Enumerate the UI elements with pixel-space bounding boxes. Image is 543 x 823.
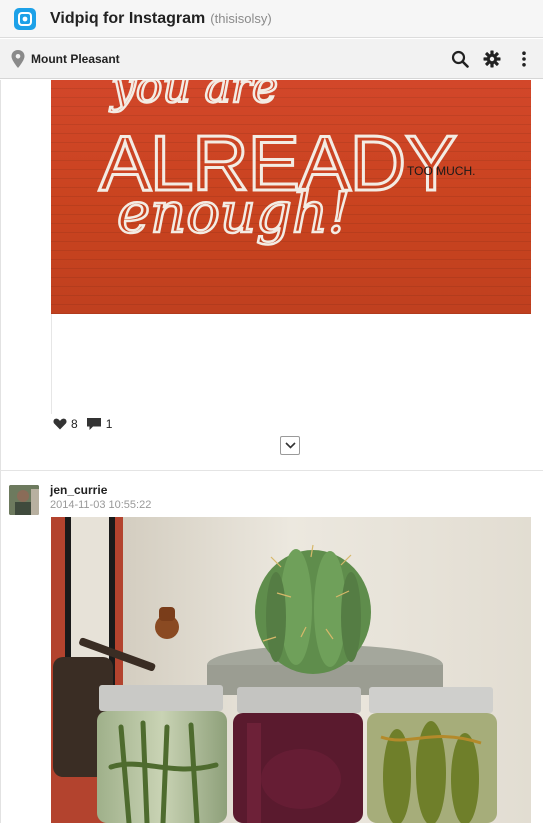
post-divider (0, 470, 543, 471)
toolbar (449, 48, 535, 70)
comments-count: 1 (105, 417, 113, 431)
post-photo[interactable]: you are ALREADY enough! TOO MUCH. (51, 80, 531, 314)
brick-wall-mural: you are ALREADY enough! TOO MUCH. (98, 80, 476, 247)
more-vertical-icon (522, 51, 526, 67)
post-username[interactable]: jen_currie (50, 483, 107, 497)
post-stats: 8 1 (53, 417, 120, 431)
app-title: Vidpiq for Instagram (50, 9, 206, 27)
feed-left-border (0, 80, 1, 823)
feed[interactable]: you are ALREADY enough! TOO MUCH. 8 1 je… (0, 80, 543, 823)
comment-icon[interactable] (86, 417, 102, 431)
location-name[interactable]: Mount Pleasant (31, 52, 120, 66)
post-timestamp: 2014-11-03 10:55:22 (50, 499, 152, 511)
more-menu-button[interactable] (513, 48, 535, 70)
mural-line-3: enough! (117, 181, 350, 246)
chevron-down-icon (284, 442, 296, 449)
account-name: (thisisolsy) (210, 11, 272, 26)
gear-icon (483, 50, 501, 68)
location-bar: Mount Pleasant (0, 39, 543, 79)
search-icon (451, 50, 469, 68)
app-logo-icon (14, 7, 36, 30)
expand-comments-button[interactable] (280, 436, 300, 455)
settings-button[interactable] (481, 48, 503, 70)
vidpiq-app: Vidpiq for Instagram (thisisolsy) Mount … (0, 0, 543, 823)
heart-icon[interactable] (53, 418, 67, 430)
likes-count: 8 (71, 417, 78, 431)
post-spacer-line (51, 314, 52, 414)
jars-and-cactus-photo (51, 517, 531, 823)
map-pin-icon (11, 49, 25, 68)
title-bar: Vidpiq for Instagram (thisisolsy) (0, 0, 543, 38)
mural-note: TOO MUCH. (407, 164, 475, 178)
mural-line-1: you are (109, 80, 278, 113)
post-photo[interactable] (51, 517, 531, 823)
avatar[interactable] (9, 485, 39, 515)
search-button[interactable] (449, 48, 471, 70)
